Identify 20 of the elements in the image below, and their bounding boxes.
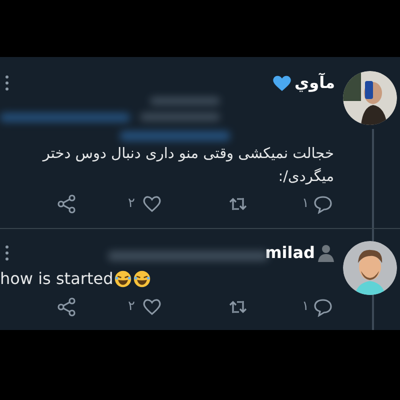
author-name[interactable]: مآوي [294, 71, 335, 95]
more-icon[interactable] [5, 245, 9, 262]
author-name[interactable]: milad [265, 241, 315, 266]
reply-icon[interactable] [313, 297, 333, 317]
laughing-emoji-icon [133, 270, 152, 288]
heart-icon[interactable] [142, 297, 162, 317]
laughing-emoji-icon [114, 270, 132, 288]
share-icon[interactable] [57, 194, 77, 214]
reply-count: ۱ [302, 298, 309, 316]
share-icon[interactable] [57, 297, 77, 317]
like-count: ۲ [128, 195, 135, 214]
heart-icon [272, 74, 292, 92]
tweet-text: خجالت نمیکشی وقتی منو داری دنبال دوس دختر میگردی/: [41, 145, 334, 187]
tweet-text: how is started [0, 268, 114, 290]
reply-icon[interactable] [313, 194, 333, 214]
reply-count: ۱ [302, 195, 309, 214]
heart-icon[interactable] [142, 194, 162, 214]
like-count: ۲ [128, 298, 135, 316]
more-icon[interactable] [5, 75, 9, 91]
person-icon [317, 244, 335, 262]
